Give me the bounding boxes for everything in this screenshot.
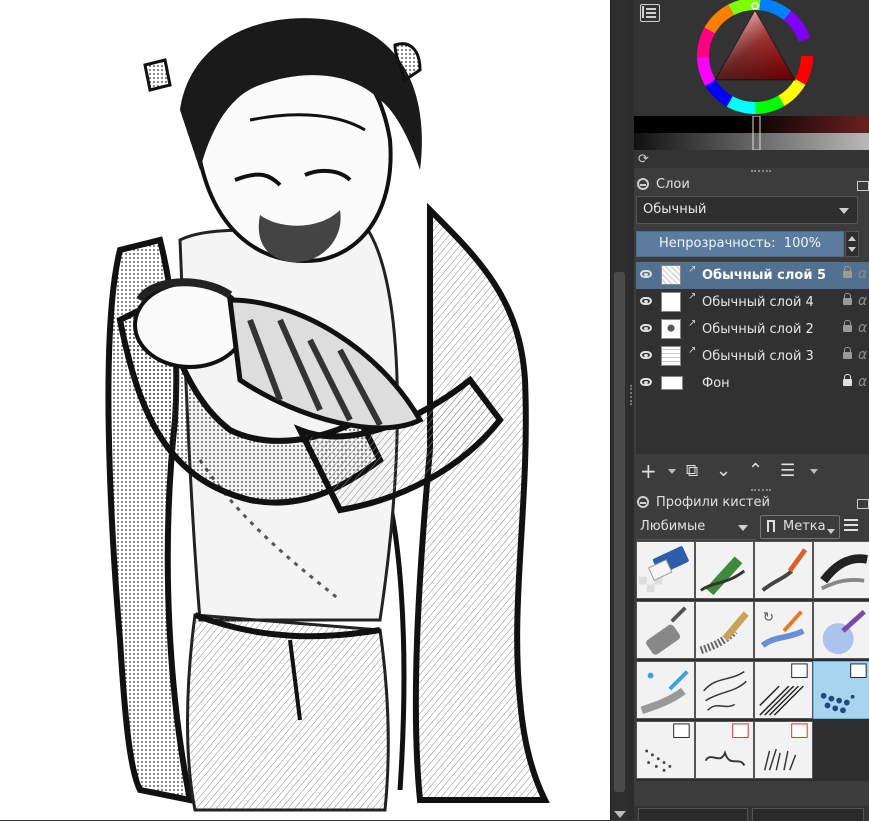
svg-text:↻: ↻ [763,609,774,625]
roller-preset-icon[interactable] [636,601,695,659]
chevron-down-icon[interactable]: ⌄ [716,459,731,483]
visibility-eye-icon[interactable] [640,351,652,359]
pencil-preset-icon[interactable] [695,541,754,599]
plus-icon[interactable]: + [640,459,657,483]
layer-row-background[interactable]: Фон α [636,370,869,397]
opacity-value: 100% [783,236,821,251]
brush-preset-grid: ↻ [636,541,869,781]
alpha-lock-icon[interactable]: α [858,347,867,363]
dots-preset-icon[interactable] [636,721,695,779]
preset-menu-icon[interactable] [844,518,860,532]
docker-tab[interactable] [752,808,864,821]
opacity-label: Непрозрачность: [659,236,776,251]
alpha-lock-icon[interactable]: α [858,266,867,282]
brush-presets-title: Профили кистей [656,495,770,510]
halftone-preset-icon[interactable] [813,661,869,719]
layer-name: Обычный слой 2 [702,322,814,337]
artwork-illustration [105,18,550,812]
layer-name: Обычный слой 4 [702,295,814,310]
right-docker-panel: ⟳ Слои Обычный Непрозрачность: 100% ↗ Об… [634,0,869,821]
ink-preset-icon[interactable] [813,541,869,599]
sliders-icon[interactable]: ☰ [780,459,795,483]
inherit-alpha-icon[interactable]: ↗ [688,345,696,356]
advanced-color-selector: ⟳ [634,0,869,172]
layers-docker-close-icon[interactable] [637,178,649,190]
sketch-preset-icon[interactable] [695,661,754,719]
layer-row-5[interactable]: ↗ Обычный слой 5 α [636,262,869,289]
chevron-down-icon [839,208,849,214]
blending-mode-value: Обычный [643,202,707,217]
visibility-eye-icon[interactable] [640,324,652,332]
chevron-down-icon [738,525,748,531]
brush-preset-icon[interactable] [754,541,813,599]
docker-drag-handle[interactable] [751,170,771,174]
layer-name: Фон [702,376,730,391]
layer-thumbnail [661,292,681,312]
scroll-down-arrow-icon[interactable] [614,811,626,818]
inherit-alpha-icon[interactable]: ↗ [688,318,696,329]
canvas-vertical-scrollbar[interactable] [610,0,629,820]
docker-tab[interactable] [638,808,748,821]
visibility-eye-icon[interactable] [640,378,652,386]
lock-icon[interactable] [843,347,852,359]
eraser-preset-icon[interactable] [636,541,695,599]
opacity-slider[interactable]: Непрозрачность: 100% [636,231,844,257]
splatter-preset-icon[interactable] [695,721,754,779]
color-history-strip[interactable] [634,116,869,150]
properties-dropdown-icon[interactable] [810,469,818,474]
tag-label: Метка [783,519,826,534]
layer-thumbnail [661,319,681,339]
layer-thumbnail [661,376,683,390]
layer-row-3[interactable]: ↗ Обычный слой 3 α [636,343,869,370]
inherit-alpha-icon[interactable]: ↗ [688,291,696,302]
blender-preset-icon[interactable] [636,661,695,719]
brush-presets-float-icon[interactable] [857,499,869,509]
bookmark-icon [767,520,775,532]
layers-docker-title: Слои [656,177,690,192]
color-wheel[interactable] [694,0,816,115]
alpha-lock-icon[interactable]: α [858,293,867,309]
lock-icon[interactable] [843,374,852,386]
layer-row-4[interactable]: ↗ Обычный слой 4 α [636,289,869,316]
docker-drag-handle[interactable] [751,489,771,493]
alpha-lock-icon[interactable]: α [858,320,867,336]
blending-mode-select[interactable]: Обычный [636,196,858,224]
layer-name: Обычный слой 3 [702,349,814,364]
inherit-alpha-icon[interactable]: ↗ [688,264,696,275]
visibility-eye-icon[interactable] [640,297,652,305]
preset-filter-value: Любимые [640,519,706,534]
smudge-preset-icon[interactable]: ↻ [754,601,813,659]
add-layer-dropdown-icon[interactable] [668,469,676,474]
duplicate-icon[interactable]: ⧉ [686,459,698,483]
scrollbar-thumb[interactable] [614,272,625,792]
chevron-down-icon [827,529,835,534]
color-selector-menu-icon[interactable] [640,4,660,22]
drawing-canvas[interactable] [0,0,610,820]
opacity-spin-buttons[interactable] [845,231,859,257]
layer-name: Обычный слой 5 [702,268,827,283]
lock-icon[interactable] [843,320,852,332]
layer-thumbnail [661,265,681,285]
layer-toolbar: + ⧉ ⌄ ⌃ ☰ [634,456,869,486]
alpha-lock-icon[interactable]: α [858,374,867,390]
tag-button[interactable]: Метка [760,515,840,539]
lock-icon[interactable] [843,293,852,305]
bottom-docker-tabs [634,806,869,821]
brush-presets-close-icon[interactable] [637,496,649,508]
refresh-icon[interactable]: ⟳ [638,152,649,167]
grass-preset-icon[interactable] [754,721,813,779]
chevron-up-icon[interactable]: ⌃ [748,459,763,483]
watercolor-preset-icon[interactable] [813,601,869,659]
visibility-eye-icon[interactable] [640,270,652,278]
layer-list: ↗ Обычный слой 5 α ↗ Обычный слой 4 α ↗ … [636,262,869,454]
layer-row-2[interactable]: ↗ Обычный слой 2 α [636,316,869,343]
wet-brush-preset-icon[interactable] [695,601,754,659]
lock-icon[interactable] [843,266,852,278]
preset-filter-select[interactable]: Любимые [636,516,756,540]
layers-docker-float-icon[interactable] [857,181,869,191]
hatching-preset-icon[interactable] [754,661,813,719]
layer-thumbnail [661,346,681,366]
